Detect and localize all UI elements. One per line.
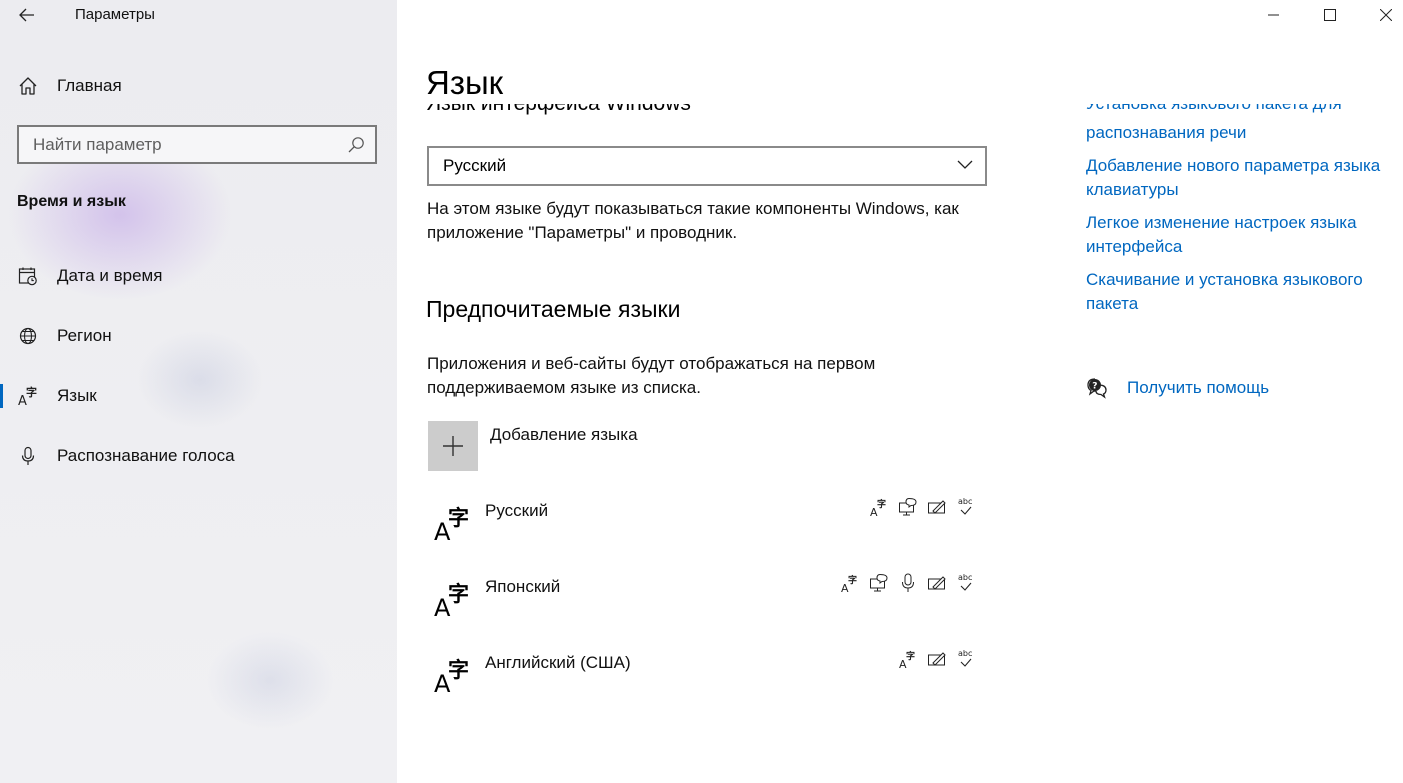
list-item-language[interactable]: A字 Русский A字 abc [428, 496, 988, 556]
svg-text:字: 字 [26, 385, 37, 399]
maximize-icon [1324, 9, 1336, 21]
language-glyph-icon: A字 [434, 506, 469, 546]
add-tile [428, 421, 478, 471]
text-to-speech-icon [869, 572, 889, 594]
language-name: Английский (США) [485, 653, 631, 672]
nav-home[interactable]: Главная [0, 66, 397, 106]
sidebar-item-label: Распознавание голоса [57, 446, 235, 465]
svg-text:abc: abc [958, 497, 972, 506]
display-language-heading: Язык интерфейса Windows [426, 104, 691, 116]
svg-text:abc: abc [958, 649, 972, 658]
sidebar-section-title: Время и язык [17, 193, 126, 210]
link-change-display-language[interactable]: Легкое изменение настроек языка интерфей… [1086, 211, 1386, 259]
text-to-speech-icon [898, 496, 918, 518]
nav-home-label: Главная [57, 76, 122, 95]
related-link-clipped-text: Установка языкового пакета для [1086, 104, 1342, 114]
feature-icons: A字 abc [898, 648, 976, 672]
close-button[interactable] [1358, 0, 1403, 30]
display-language-icon: A字 [869, 496, 889, 519]
home-icon [17, 75, 39, 97]
language-icon: A 字 [17, 385, 39, 407]
svg-text:字: 字 [906, 650, 915, 662]
speech-recognition-icon [898, 572, 918, 594]
svg-text:字: 字 [877, 498, 886, 510]
search-input[interactable] [19, 133, 339, 156]
sidebar-item-date-time[interactable]: Дата и время [0, 254, 397, 298]
calendar-clock-icon [17, 265, 39, 287]
sidebar-item-label: Дата и время [57, 266, 163, 285]
minimize-icon [1268, 14, 1279, 16]
spellcheck-icon: abc [956, 496, 976, 518]
chevron-down-icon [957, 160, 973, 169]
svg-text:abc: abc [958, 573, 972, 582]
get-help-link[interactable]: ? Получить помощь [1086, 376, 1269, 400]
language-name: Русский [485, 501, 549, 520]
feature-icons: A字 abc [840, 572, 976, 596]
display-language-icon: A字 [840, 572, 860, 595]
spellcheck-icon: abc [956, 572, 976, 594]
add-language-label: Добавление языка [490, 425, 638, 444]
language-glyph-icon: A字 [434, 582, 469, 622]
section-heading-clipped: Язык интерфейса Windows [426, 104, 986, 118]
maximize-button[interactable] [1302, 0, 1358, 30]
sidebar: Параметры Главная Время и язык [0, 0, 397, 783]
handwriting-icon [927, 496, 947, 518]
help-chat-icon: ? [1087, 378, 1107, 399]
svg-text:字: 字 [848, 574, 857, 586]
handwriting-icon [927, 572, 947, 594]
sidebar-item-speech[interactable]: Распознавание голоса [0, 434, 397, 478]
preferred-languages-heading: Предпочитаемые языки [426, 296, 681, 322]
sidebar-item-label: Язык [57, 386, 97, 405]
sidebar-item-language[interactable]: A 字 Язык [0, 374, 397, 418]
display-language-dropdown[interactable]: Русский [427, 146, 987, 186]
sidebar-item-label: Регион [57, 326, 112, 345]
related-link-clipped[interactable]: Установка языкового пакета для [1086, 104, 1386, 117]
list-item-language[interactable]: A字 Английский (США) A字 abc [428, 648, 988, 708]
window-title: Параметры [75, 6, 155, 23]
link-add-keyboard[interactable]: Добавление нового параметра языка клавиа… [1086, 154, 1386, 202]
preferred-languages-description: Приложения и веб-сайты будут отображатьс… [427, 354, 876, 397]
language-glyph-icon: A字 [434, 658, 469, 698]
back-arrow-icon [19, 8, 34, 22]
list-item-language[interactable]: A字 Японский A字 abc [428, 572, 988, 632]
language-name: Японский [485, 577, 561, 596]
globe-icon [17, 325, 39, 347]
link-download-language-pack[interactable]: Скачивание и установка языкового пакета [1086, 268, 1386, 316]
dropdown-value: Русский [443, 156, 507, 175]
sidebar-item-region[interactable]: Регион [0, 314, 397, 358]
add-language-button[interactable]: Добавление языка [428, 421, 828, 471]
display-language-icon: A字 [898, 648, 918, 671]
handwriting-icon [927, 648, 947, 670]
search-box[interactable] [17, 125, 377, 164]
plus-icon [443, 436, 463, 456]
search-icon[interactable] [347, 136, 365, 159]
close-icon [1380, 9, 1392, 21]
svg-text:?: ? [1092, 382, 1097, 392]
get-help-label: Получить помощь [1127, 378, 1270, 397]
feature-icons: A字 abc [869, 496, 976, 520]
page-title: Язык [426, 64, 504, 101]
link-speech-language-pack[interactable]: распознавания речи [1086, 121, 1386, 145]
display-language-description: На этом языке будут показываться такие к… [427, 199, 959, 242]
microphone-icon [17, 445, 39, 467]
spellcheck-icon: abc [956, 648, 976, 670]
back-button[interactable] [12, 0, 42, 30]
minimize-button[interactable] [1246, 0, 1302, 30]
